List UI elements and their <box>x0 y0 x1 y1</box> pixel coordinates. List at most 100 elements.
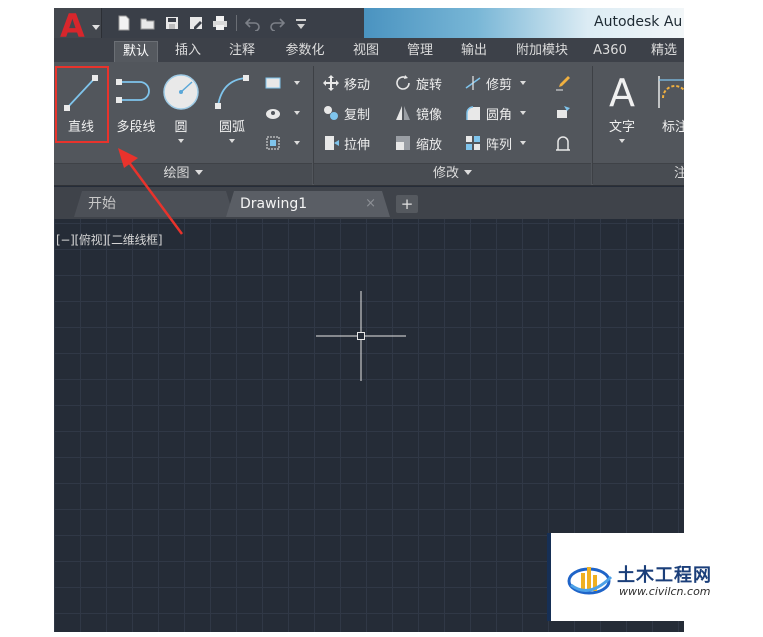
open-icon[interactable] <box>138 14 158 32</box>
fillet-icon <box>466 106 480 120</box>
civilcn-logo-icon <box>567 567 613 595</box>
svg-text:A: A <box>609 72 635 112</box>
chevron-down-icon[interactable] <box>178 139 184 143</box>
trim-icon <box>465 76 481 90</box>
file-tab-bar: 开始 Drawing1 × + <box>54 187 684 219</box>
ribbon-panel: 直线 多段线 圆 圆弧 移动 旋转 修剪 复制 镜像 圆角 拉伸 缩放 阵列 A… <box>54 62 684 186</box>
arc-tool-label: 圆弧 <box>218 120 245 135</box>
dimension-tool-label: 标注 <box>661 120 684 135</box>
copy-tool-label: 复制 <box>344 107 371 123</box>
array-tool-button[interactable]: 阵列 <box>464 132 527 154</box>
viewport-controls[interactable]: [−][俯视][二维线框] <box>56 231 163 248</box>
close-icon[interactable]: × <box>365 191 376 217</box>
chevron-down-icon[interactable] <box>520 111 527 115</box>
modify-panel-title[interactable]: 修改 <box>314 163 591 185</box>
watermark: 土木工程网 www.civilcn.com <box>547 533 728 621</box>
tab-drawing1[interactable]: Drawing1 × <box>226 191 390 217</box>
move-tool-label: 移动 <box>344 77 371 93</box>
chevron-down-icon[interactable] <box>520 141 527 145</box>
tab-start-label: 开始 <box>88 196 116 212</box>
tab-featured[interactable]: 精选 <box>642 41 684 62</box>
offset-icon <box>556 136 570 151</box>
tab-output[interactable]: 输出 <box>452 41 496 62</box>
circle-icon <box>163 74 199 110</box>
tab-annotate[interactable]: 注释 <box>220 41 264 62</box>
circle-tool-button[interactable]: 圆 <box>156 68 206 158</box>
tab-start[interactable]: 开始 <box>74 191 234 217</box>
quick-access-toolbar <box>114 13 311 33</box>
polyline-icon <box>116 79 150 103</box>
app-title: Autodesk Au <box>594 14 683 30</box>
stretch-tool-button[interactable]: 拉伸 <box>322 132 370 154</box>
arc-icon <box>215 75 249 109</box>
chevron-down-icon[interactable] <box>229 139 235 143</box>
fillet-tool-button[interactable]: 圆角 <box>464 102 527 124</box>
chevron-down-icon <box>464 170 472 175</box>
erase-tool-button[interactable] <box>554 72 576 94</box>
hatch-tool-button[interactable] <box>264 102 300 124</box>
offset-tool-button[interactable] <box>554 132 576 154</box>
mirror-tool-button[interactable]: 镜像 <box>394 102 442 124</box>
annotation-panel-title[interactable]: 注释 <box>593 163 684 185</box>
undo-icon[interactable] <box>243 14 263 32</box>
tab-a360[interactable]: A360 <box>588 41 632 62</box>
rectangle-tool-button[interactable] <box>264 72 300 94</box>
new-tab-button[interactable]: + <box>396 195 418 213</box>
scale-icon <box>396 136 410 150</box>
chevron-down-icon[interactable] <box>619 139 625 143</box>
chevron-down-icon <box>92 25 100 30</box>
text-tool-button[interactable]: A 文字 <box>598 68 646 158</box>
chevron-down-icon[interactable] <box>294 111 300 115</box>
circle-tool-label: 圆 <box>174 120 188 135</box>
draw-panel-title[interactable]: 绘图 <box>54 163 312 185</box>
title-area: Autodesk Au <box>364 8 684 38</box>
print-icon[interactable] <box>210 14 230 32</box>
tab-manage[interactable]: 管理 <box>398 41 442 62</box>
watermark-url: www.civilcn.com <box>619 585 711 598</box>
stretch-icon <box>325 136 339 150</box>
copy-tool-button[interactable]: 复制 <box>322 102 370 124</box>
ribbon-tab-bar: 默认 插入 注释 参数化 视图 管理 输出 附加模块 A360 精选 <box>54 38 684 62</box>
save-as-icon[interactable] <box>186 14 206 32</box>
redo-icon[interactable] <box>267 14 287 32</box>
hatch-icon <box>266 109 280 119</box>
customize-icon[interactable] <box>291 14 311 32</box>
save-icon[interactable] <box>162 14 182 32</box>
text-tool-label: 文字 <box>608 120 635 135</box>
chevron-down-icon <box>194 170 203 175</box>
title-bar: Autodesk Au <box>54 8 684 38</box>
tab-insert[interactable]: 插入 <box>166 41 210 62</box>
rotate-tool-button[interactable]: 旋转 <box>394 72 442 94</box>
chevron-down-icon[interactable] <box>294 141 300 145</box>
boundary-icon <box>266 136 280 150</box>
new-icon[interactable] <box>114 14 134 32</box>
crosshair-cursor <box>316 291 406 381</box>
chevron-down-icon[interactable] <box>294 81 300 85</box>
explode-tool-button[interactable] <box>554 102 576 124</box>
array-tool-label: 阵列 <box>486 137 513 153</box>
boundary-tool-button[interactable] <box>264 132 300 154</box>
toolbar-separator <box>236 15 237 31</box>
chevron-down-icon[interactable] <box>520 81 527 85</box>
scale-tool-label: 缩放 <box>416 137 443 153</box>
tab-parametric[interactable]: 参数化 <box>276 41 334 62</box>
arc-tool-button[interactable]: 圆弧 <box>207 68 257 158</box>
dimension-icon <box>658 76 684 108</box>
annotation-panel-title-label: 注释 <box>673 166 684 181</box>
text-icon: A <box>609 72 635 112</box>
tab-default[interactable]: 默认 <box>114 41 158 62</box>
highlight-box <box>55 66 109 143</box>
dimension-tool-button[interactable]: 标注 <box>650 68 684 158</box>
modify-panel-title-label: 修改 <box>432 166 459 181</box>
tab-view[interactable]: 视图 <box>344 41 388 62</box>
tab-addins[interactable]: 附加模块 <box>506 41 578 62</box>
explode-icon <box>557 106 570 118</box>
trim-tool-label: 修剪 <box>486 77 513 93</box>
trim-tool-button[interactable]: 修剪 <box>464 72 527 94</box>
erase-icon <box>556 76 570 91</box>
watermark-text: 土木工程网 <box>617 565 712 586</box>
draw-panel-title-label: 绘图 <box>163 166 190 181</box>
move-tool-button[interactable]: 移动 <box>322 72 370 94</box>
scale-tool-button[interactable]: 缩放 <box>394 132 442 154</box>
fillet-tool-label: 圆角 <box>486 107 513 123</box>
